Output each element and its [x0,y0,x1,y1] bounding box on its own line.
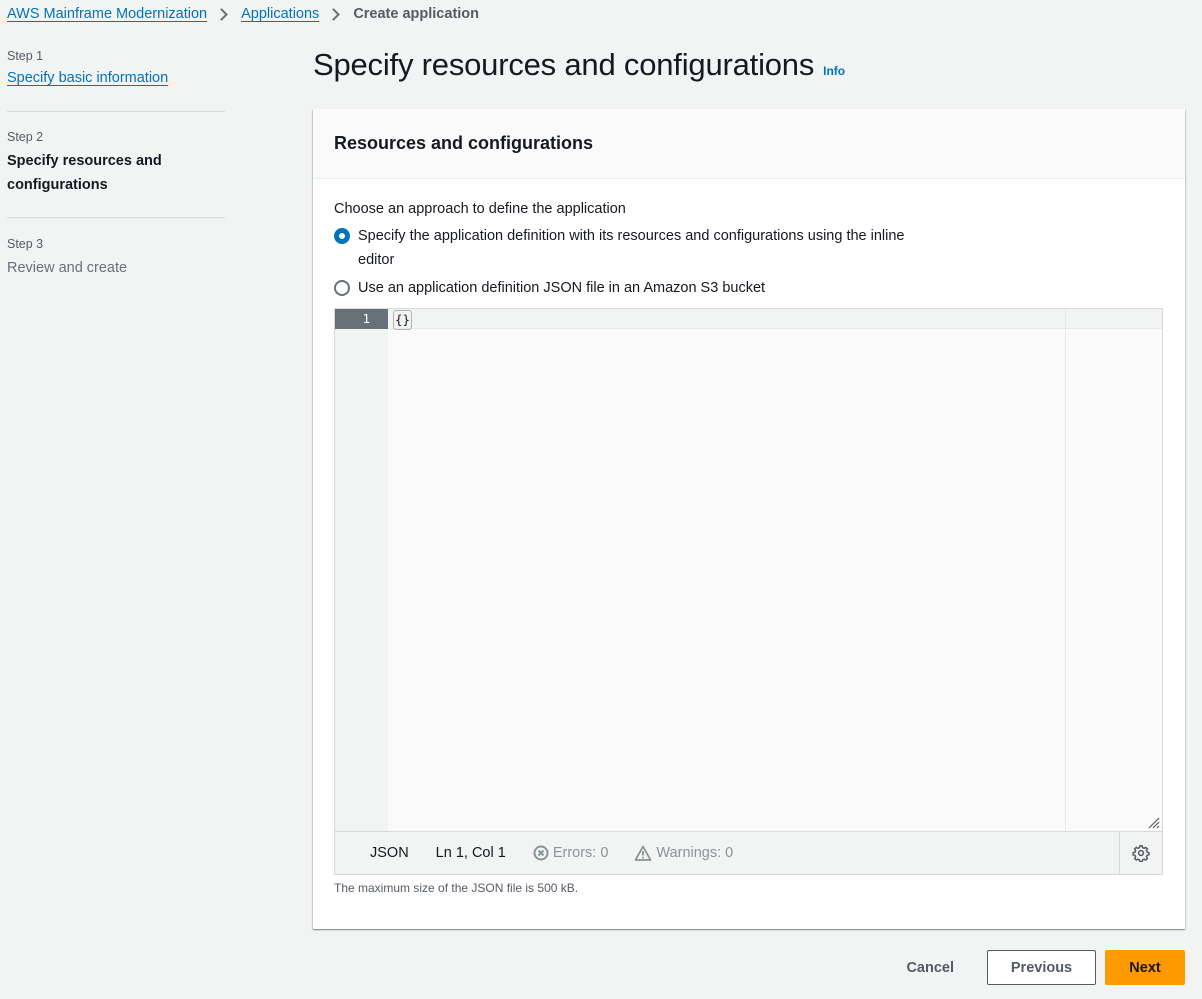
breadcrumb-mainframe-modernization[interactable]: AWS Mainframe Modernization [7,6,207,22]
chevron-right-icon [327,7,341,21]
page-title: Specify resources and configurations [313,47,815,82]
language-mode: JSON [370,845,409,861]
approach-label: Choose an approach to define the applica… [334,201,626,217]
step-number: Step 3 [7,237,44,251]
panel-title: Resources and configurations [334,133,594,153]
gear-icon [1132,845,1150,862]
wizard-actions: Cancel Previous Next [884,950,1185,985]
radio-label: Specify the application definition with … [358,228,905,268]
editor-text-area[interactable]: 1 {} [335,309,1162,831]
errors-count: Errors: 0 [552,845,609,861]
step-title-resources: Specify resources and configurations [7,153,162,193]
wizard-steps: Step 1 Specify basic information Step 2 … [7,46,225,280]
errors-indicator[interactable]: Errors: 0 [533,845,609,861]
panel-body: Choose an approach to define the applica… [313,179,1185,916]
resize-handle-icon[interactable] [1148,817,1160,829]
page-header: Specify resources and configurations Inf… [313,47,845,83]
cursor-position: Ln 1, Col 1 [435,845,506,861]
step-2: Step 2 Specify resources and configurati… [7,112,225,217]
code-editor: 1 {} JSON Ln 1, Col 1 Errors: 0 Warnings… [334,308,1163,875]
error-circle-icon [533,845,549,861]
active-line-highlight [388,309,1162,329]
next-button[interactable]: Next [1105,950,1185,985]
editor-status-bar: JSON Ln 1, Col 1 Errors: 0 Warnings: 0 [335,831,1162,874]
radio-button[interactable] [334,280,350,296]
step-3: Step 3 Review and create [7,218,225,280]
warning-triangle-icon [635,845,652,861]
panel-header: Resources and configurations [313,109,1185,179]
editor-content[interactable]: {} [393,310,413,330]
radio-s3-json[interactable]: Use an application definition JSON file … [334,276,1164,300]
radio-inline-editor[interactable]: Specify the application definition with … [334,224,1164,272]
breadcrumb-applications[interactable]: Applications [241,6,319,22]
resources-panel: Resources and configurations Choose an a… [313,109,1185,929]
warnings-indicator[interactable]: Warnings: 0 [634,845,733,861]
step-title-review: Review and create [7,260,128,276]
approach-radio-group: Specify the application definition with … [334,224,1164,300]
line-number: 1 [335,309,388,329]
step-1: Step 1 Specify basic information [7,46,225,111]
radio-label: Use an application definition JSON file … [358,280,766,296]
radio-button-checked[interactable] [334,228,350,244]
editor-settings-button[interactable] [1119,832,1162,874]
previous-button[interactable]: Previous [987,950,1096,985]
chevron-right-icon [215,7,228,21]
info-link[interactable]: Info [823,64,845,78]
breadcrumb: AWS Mainframe Modernization Applications… [7,4,479,24]
step-number: Step 2 [7,130,44,144]
cancel-button[interactable]: Cancel [884,950,976,985]
step-link-basic-information[interactable]: Specify basic information [7,70,168,86]
breadcrumb-create-application: Create application [353,6,480,22]
print-margin [1065,309,1066,831]
step-number: Step 1 [7,49,44,63]
warnings-count: Warnings: 0 [656,845,734,861]
json-size-constraint: The maximum size of the JSON file is 500… [334,881,579,895]
editor-gutter: 1 [335,309,388,831]
